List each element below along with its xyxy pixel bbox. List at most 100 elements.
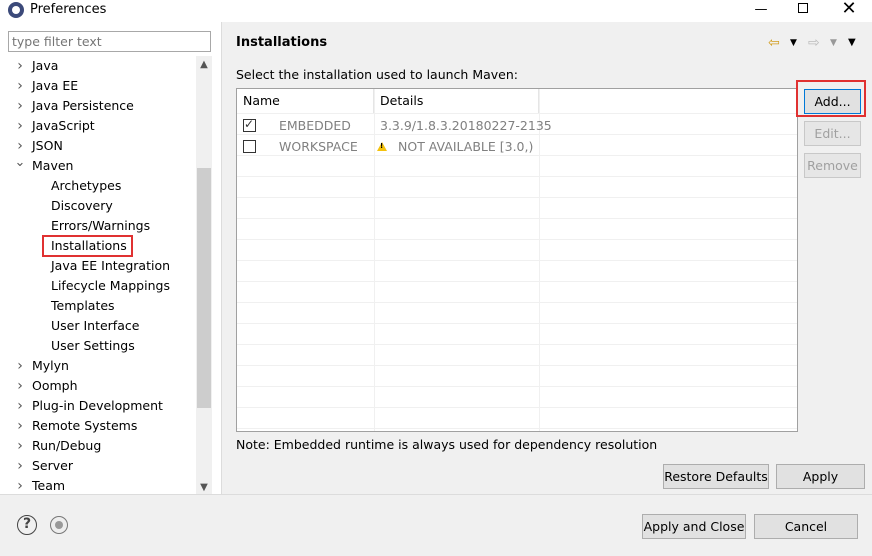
- tree-item-json[interactable]: › JSON: [0, 136, 196, 156]
- tree-item-java-persistence[interactable]: › Java Persistence: [0, 96, 196, 116]
- tree-item-team[interactable]: › Team: [0, 476, 196, 496]
- column-header-details[interactable]: Details: [374, 89, 539, 113]
- tree-item-label: Errors/Warnings: [51, 218, 151, 233]
- row-details: 3.3.9/1.8.3.20180227-2135: [380, 118, 552, 133]
- tree-item-templates[interactable]: Templates: [0, 296, 196, 316]
- tree-item-label: Server: [32, 458, 73, 473]
- row-divider: [237, 239, 797, 240]
- remove-button[interactable]: Remove: [804, 153, 861, 178]
- scroll-up-icon[interactable]: ▲: [196, 56, 212, 73]
- row-divider: [237, 344, 797, 345]
- note-label: Note: Embedded runtime is always used fo…: [236, 437, 658, 452]
- tree-item-oomph[interactable]: › Oomph: [0, 376, 196, 396]
- tree-item-label: Java EE: [32, 78, 79, 93]
- installations-highlight: [42, 235, 133, 257]
- tree-item-errors-warnings[interactable]: Errors/Warnings: [0, 216, 196, 236]
- tree-item-discovery[interactable]: Discovery: [0, 196, 196, 216]
- forward-dropdown-icon[interactable]: ▼: [830, 38, 837, 48]
- chevron-right-icon[interactable]: ›: [14, 376, 26, 396]
- page-title: Installations: [236, 35, 328, 50]
- installations-page: Installations ⇦ ▼ ⇨ ▼ ▼ Select the insta…: [221, 22, 872, 494]
- tree-item-javascript[interactable]: › JavaScript: [0, 116, 196, 136]
- tree-item-mylyn[interactable]: › Mylyn: [0, 356, 196, 376]
- row-divider: [237, 365, 797, 366]
- row-divider: [237, 260, 797, 261]
- row-name: WORKSPACE: [279, 139, 358, 154]
- row-divider: [237, 281, 797, 282]
- chevron-right-icon[interactable]: ›: [14, 476, 26, 496]
- maximize-button[interactable]: [782, 0, 824, 22]
- back-arrow-icon[interactable]: ⇦: [768, 35, 780, 51]
- chevron-right-icon[interactable]: ›: [14, 416, 26, 436]
- chevron-right-icon[interactable]: ›: [14, 56, 26, 76]
- chevron-right-icon[interactable]: ›: [14, 116, 26, 136]
- restore-defaults-button[interactable]: Restore Defaults: [663, 464, 769, 489]
- minimize-button[interactable]: —: [740, 0, 782, 22]
- chevron-right-icon[interactable]: ›: [14, 396, 26, 416]
- tree-item-maven[interactable]: ⌄ Maven: [0, 156, 196, 176]
- oomph-preference-recorder-icon[interactable]: [50, 516, 68, 534]
- scroll-thumb[interactable]: [197, 168, 211, 408]
- row-divider: [237, 197, 797, 198]
- row-divider: [237, 407, 797, 408]
- edit-button[interactable]: Edit...: [804, 121, 861, 146]
- tree-item-label: User Interface: [51, 318, 140, 333]
- window-title: Preferences: [30, 2, 107, 17]
- tree-item-user-interface[interactable]: User Interface: [0, 316, 196, 336]
- tree-item-label: Run/Debug: [32, 438, 102, 453]
- tree-item-label: Lifecycle Mappings: [51, 278, 170, 293]
- tree-item-label: Java: [32, 58, 59, 73]
- row-divider: [237, 218, 797, 219]
- tree-item-label: JavaScript: [32, 118, 95, 133]
- row-divider: [237, 386, 797, 387]
- tree-item-user-settings[interactable]: User Settings: [0, 336, 196, 356]
- tree-item-label: Templates: [51, 298, 115, 313]
- row-details: NOT AVAILABLE [3.0,): [398, 139, 534, 154]
- back-dropdown-icon[interactable]: ▼: [790, 38, 797, 48]
- cancel-button[interactable]: Cancel: [754, 514, 858, 539]
- row-divider: [237, 113, 797, 114]
- apply-button[interactable]: Apply: [776, 464, 865, 489]
- chevron-right-icon[interactable]: ›: [14, 76, 26, 96]
- tree-item-label: Team: [32, 478, 66, 493]
- add-button-highlight: [796, 80, 866, 117]
- tree-item-java-ee-integration[interactable]: Java EE Integration: [0, 256, 196, 276]
- tree-item-label: Maven: [32, 158, 74, 173]
- chevron-right-icon[interactable]: ›: [14, 96, 26, 116]
- close-button[interactable]: ✕: [828, 0, 870, 22]
- tree-item-remote-systems[interactable]: › Remote Systems: [0, 416, 196, 436]
- chevron-right-icon[interactable]: ›: [14, 456, 26, 476]
- tree-scrollbar[interactable]: ▲ ▼: [196, 56, 212, 496]
- tree-item-label: Plug-in Development: [32, 398, 163, 413]
- tree-item-server[interactable]: › Server: [0, 456, 196, 476]
- chevron-right-icon[interactable]: ›: [14, 136, 26, 156]
- view-menu-icon[interactable]: ▼: [848, 37, 856, 48]
- installations-table[interactable]: Name Details EMBEDDED 3.3.9/1.8.3.201802…: [236, 88, 798, 432]
- tree-item-lifecycle-mappings[interactable]: Lifecycle Mappings: [0, 276, 196, 296]
- tree-item-java-ee[interactable]: › Java EE: [0, 76, 196, 96]
- row-checkbox[interactable]: [243, 140, 256, 153]
- forward-arrow-icon[interactable]: ⇨: [808, 35, 820, 51]
- help-icon[interactable]: ?: [17, 515, 37, 535]
- tree-item-label: Discovery: [51, 198, 113, 213]
- tree-item-label: Oomph: [32, 378, 78, 393]
- tree-item-run-debug[interactable]: › Run/Debug: [0, 436, 196, 456]
- chevron-right-icon[interactable]: ›: [14, 356, 26, 376]
- row-checkbox[interactable]: [243, 117, 256, 132]
- chevron-down-icon[interactable]: ⌄: [14, 156, 26, 176]
- maximize-icon: [798, 3, 808, 13]
- row-divider: [237, 176, 797, 177]
- preferences-tree-pane: › Java › Java EE › Java Persistence › JavaScrip…: [0, 22, 220, 496]
- filter-input[interactable]: [8, 31, 211, 52]
- instruction-label: Select the installation used to launch M…: [236, 67, 518, 82]
- tree-item-archetypes[interactable]: Archetypes: [0, 176, 196, 196]
- column-header-name[interactable]: Name: [237, 89, 374, 113]
- chevron-right-icon[interactable]: ›: [14, 436, 26, 456]
- tree-item-java[interactable]: › Java: [0, 56, 196, 76]
- apply-and-close-button[interactable]: Apply and Close: [642, 514, 746, 539]
- tree-item-label: Java Persistence: [32, 98, 134, 113]
- tree-item-plug-in-development[interactable]: › Plug-in Development: [0, 396, 196, 416]
- warning-icon: [377, 142, 387, 151]
- tree-item-label: JSON: [32, 138, 63, 153]
- tree-item-label: Java EE Integration: [51, 258, 171, 273]
